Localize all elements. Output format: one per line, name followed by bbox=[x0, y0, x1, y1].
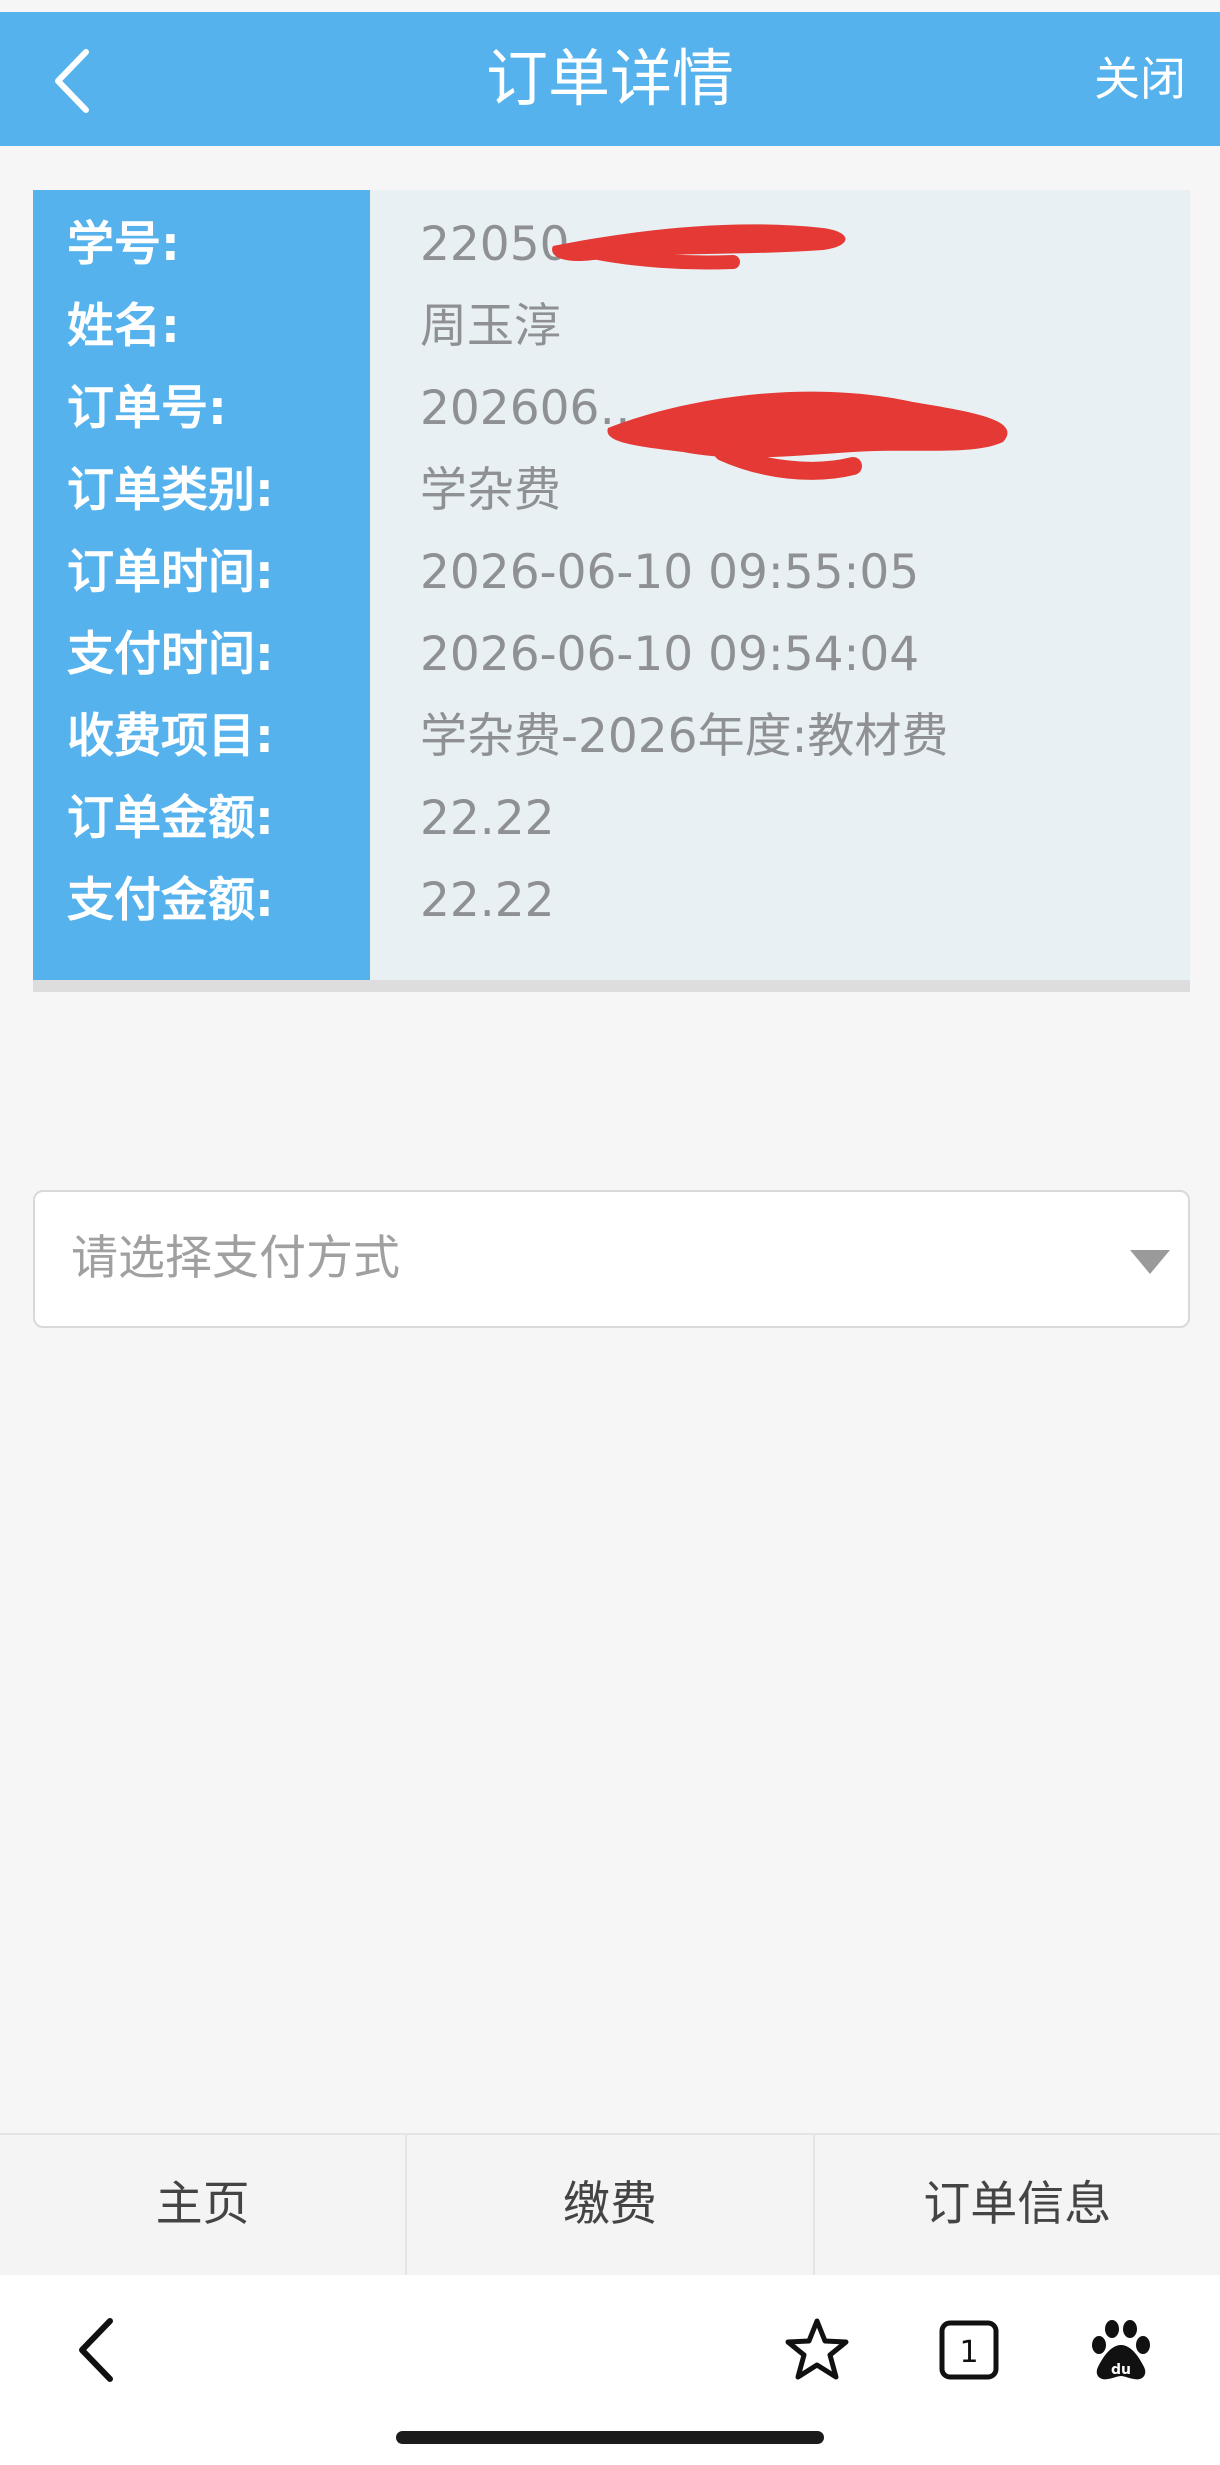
row-label: 订单号: bbox=[67, 381, 227, 436]
row-order-amount: 订单金额: 22.22 bbox=[33, 778, 1190, 860]
row-label: 订单类别: bbox=[67, 463, 274, 518]
row-value: 22.22 bbox=[420, 791, 555, 846]
row-value: 22.22 bbox=[420, 873, 555, 928]
row-label: 收费项目: bbox=[67, 709, 274, 764]
row-name: 姓名: 周玉淳 bbox=[33, 286, 1190, 368]
row-label: 订单时间: bbox=[67, 545, 274, 600]
payment-method-placeholder: 请选择支付方式 bbox=[71, 1231, 400, 1286]
bookmark-button[interactable] bbox=[782, 2315, 852, 2385]
tabs-icon: 1 bbox=[939, 2320, 999, 2380]
row-label: 订单金额: bbox=[67, 791, 274, 846]
payment-method-select[interactable]: 请选择支付方式 bbox=[33, 1190, 1190, 1328]
home-indicator bbox=[396, 2431, 824, 2444]
row-payment-time: 支付时间: 2026-06-10 09:54:04 bbox=[33, 614, 1190, 696]
row-value: 学杂费-2026年度:教材费 bbox=[420, 709, 949, 764]
row-value: 学杂费 bbox=[420, 463, 561, 518]
tab-home[interactable]: 主页 bbox=[0, 2135, 408, 2275]
row-order-time: 订单时间: 2026-06-10 09:55:05 bbox=[33, 532, 1190, 614]
row-label: 学号: bbox=[67, 217, 180, 272]
row-value: 周玉淳 bbox=[420, 299, 561, 354]
row-student-id: 学号: 22050… bbox=[33, 204, 1190, 286]
order-info-card: 学号: 22050… 姓名: 周玉淳 订单号: 202606… 订单类别: 学杂… bbox=[33, 190, 1190, 992]
row-label: 姓名: bbox=[67, 299, 180, 354]
svg-text:du: du bbox=[1111, 2362, 1131, 2378]
row-value: 22050… bbox=[420, 217, 617, 272]
app-header: 订单详情 关闭 bbox=[0, 12, 1220, 146]
baidu-button[interactable]: du bbox=[1086, 2315, 1156, 2385]
close-button[interactable]: 关闭 bbox=[1094, 12, 1186, 146]
row-value: 2026-06-10 09:54:04 bbox=[420, 627, 920, 682]
row-payment-amount: 支付金额: 22.22 bbox=[33, 860, 1190, 942]
browser-back-button[interactable] bbox=[64, 2315, 134, 2385]
tab-count: 1 bbox=[959, 2335, 978, 2370]
tabs-button[interactable]: 1 bbox=[934, 2315, 1004, 2385]
row-value: 202606… bbox=[420, 381, 647, 436]
row-order-number: 订单号: 202606… bbox=[33, 368, 1190, 450]
row-order-category: 订单类别: 学杂费 bbox=[33, 450, 1190, 532]
tab-order-info[interactable]: 订单信息 bbox=[815, 2135, 1220, 2275]
page-title: 订单详情 bbox=[485, 42, 734, 115]
row-fee-item: 收费项目: 学杂费-2026年度:教材费 bbox=[33, 696, 1190, 778]
row-label: 支付时间: bbox=[67, 627, 274, 682]
row-value: 2026-06-10 09:55:05 bbox=[420, 545, 920, 600]
tab-payment[interactable]: 缴费 bbox=[407, 2135, 815, 2275]
back-icon bbox=[79, 2318, 113, 2382]
row-label: 支付金额: bbox=[67, 873, 274, 928]
dropdown-arrow-icon bbox=[1130, 1250, 1170, 1274]
baidu-paw-icon: du bbox=[1092, 2320, 1150, 2380]
star-icon bbox=[785, 2318, 849, 2380]
bottom-tab-bar: 主页 缴费 订单信息 bbox=[0, 2133, 1220, 2275]
